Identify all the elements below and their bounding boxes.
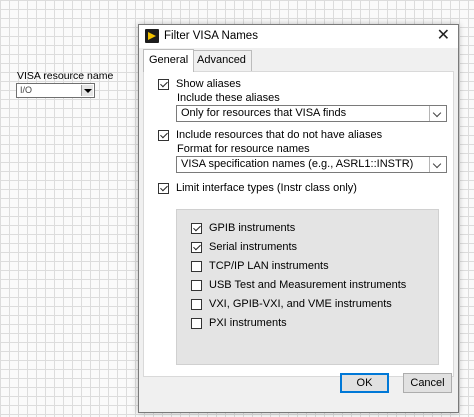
aliases-select-value: Only for resources that VISA finds	[181, 107, 347, 119]
dialog-title: Filter VISA Names	[164, 30, 258, 42]
interface-item-tcpip[interactable]: TCP/IP LAN instruments	[191, 260, 329, 272]
interface-item-pxi[interactable]: PXI instruments	[191, 317, 287, 329]
interface-label: VXI, GPIB-VXI, and VME instruments	[209, 298, 392, 310]
interface-item-gpib[interactable]: GPIB instruments	[191, 222, 295, 234]
front-panel-label: VISA resource name	[17, 70, 114, 82]
show-aliases-checkbox[interactable]	[158, 78, 169, 90]
interface-item-serial[interactable]: Serial instruments	[191, 241, 297, 253]
limit-iface-checkbox[interactable]	[158, 182, 169, 194]
interface-label: TCP/IP LAN instruments	[209, 260, 329, 272]
limit-iface-row[interactable]: Limit interface types (Instr class only)	[158, 182, 357, 194]
interface-item-usb[interactable]: USB Test and Measurement instruments	[191, 279, 406, 291]
interface-label: GPIB instruments	[209, 222, 296, 234]
aliases-select[interactable]: Only for resources that VISA finds	[176, 105, 447, 122]
interface-item-vxi[interactable]: VXI, GPIB-VXI, and VME instruments	[191, 298, 392, 310]
interface-checkbox[interactable]	[191, 317, 202, 329]
cancel-button[interactable]: Cancel	[403, 373, 452, 393]
io-icon: I/O	[20, 85, 33, 95]
chevron-down-icon[interactable]	[429, 106, 446, 121]
chevron-down-icon[interactable]	[429, 157, 446, 172]
format-select[interactable]: VISA specification names (e.g., ASRL1::I…	[176, 156, 447, 173]
interface-label: PXI instruments	[209, 317, 287, 329]
show-aliases-row[interactable]: Show aliases	[158, 78, 241, 90]
format-label: Format for resource names	[177, 143, 310, 155]
general-tab-panel: Show aliases Include these aliases Only …	[143, 71, 454, 377]
filter-visa-dialog: Filter VISA Names ✕ General Advanced Sho…	[138, 24, 459, 413]
interface-checkbox[interactable]	[191, 298, 202, 310]
tab-general[interactable]: General	[143, 49, 195, 72]
interface-checkbox[interactable]	[191, 222, 202, 234]
include-aliases-label: Include these aliases	[177, 92, 280, 104]
ok-button[interactable]: OK	[340, 373, 389, 393]
visa-resource-control[interactable]: I/O	[16, 83, 95, 98]
interface-label: Serial instruments	[209, 241, 298, 253]
close-icon[interactable]: ✕	[437, 26, 450, 46]
show-aliases-label: Show aliases	[176, 78, 241, 90]
interface-checkbox[interactable]	[191, 241, 202, 253]
include-no-alias-row[interactable]: Include resources that do not have alias…	[158, 129, 382, 141]
interface-checkbox[interactable]	[191, 279, 202, 291]
include-no-alias-checkbox[interactable]	[158, 129, 169, 141]
app-icon	[145, 29, 159, 43]
title-bar[interactable]: Filter VISA Names ✕	[139, 25, 458, 48]
interface-label: USB Test and Measurement instruments	[209, 279, 407, 291]
interface-checkbox[interactable]	[191, 260, 202, 272]
include-no-alias-label: Include resources that do not have alias…	[176, 129, 383, 141]
format-select-value: VISA specification names (e.g., ASRL1::I…	[181, 158, 414, 170]
interface-types-box: GPIB instruments Serial instruments TCP/…	[176, 209, 439, 365]
tab-advanced[interactable]: Advanced	[191, 50, 252, 71]
dropdown-arrow-icon[interactable]	[81, 85, 93, 96]
limit-iface-label: Limit interface types (Instr class only)	[176, 182, 357, 194]
